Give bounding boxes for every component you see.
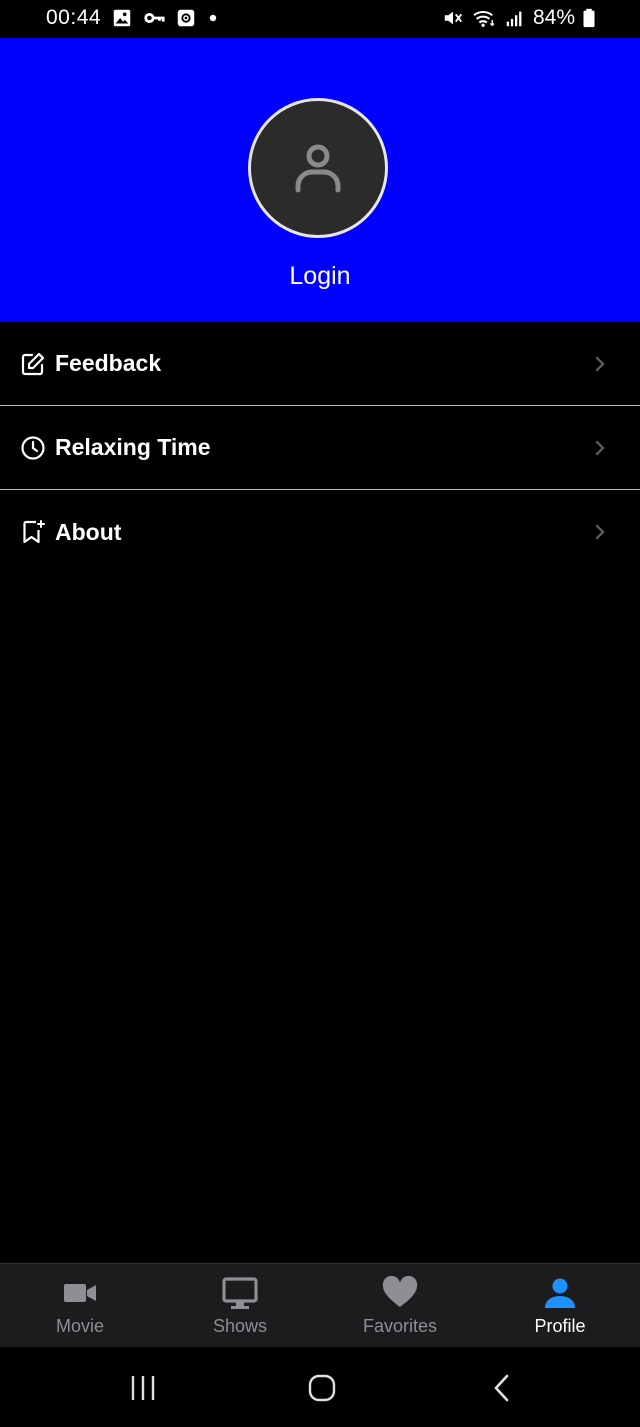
dot-icon — [207, 7, 219, 29]
tab-profile[interactable]: Profile — [480, 1264, 640, 1348]
profile-menu: Feedback Relaxing Time About — [0, 322, 640, 574]
status-time: 00:44 — [46, 6, 102, 29]
tab-favorites[interactable]: Favorites — [320, 1264, 480, 1348]
mute-icon — [442, 7, 464, 29]
avatar[interactable] — [248, 98, 388, 238]
tab-label: Movie — [55, 1316, 104, 1336]
signal-icon — [504, 7, 526, 29]
status-left: 00:44 — [46, 6, 219, 30]
recents-icon[interactable] — [128, 1373, 158, 1403]
tv-icon — [222, 1276, 258, 1310]
clock-icon — [20, 435, 46, 461]
bookmark-sparkle-icon — [20, 519, 46, 545]
status-bar: 00:44 84% — [0, 0, 640, 38]
screen-record-icon — [175, 7, 197, 29]
menu-item-relaxing-time[interactable]: Relaxing Time — [0, 406, 640, 490]
tab-shows[interactable]: Shows — [160, 1264, 320, 1348]
key-icon — [143, 7, 165, 29]
battery-percent: 84% — [532, 6, 575, 29]
heart-icon — [382, 1276, 418, 1310]
person-icon — [295, 144, 341, 193]
app-screen: 00:44 84% Login Feedback Relaxing Time A… — [0, 0, 640, 1427]
profile-header: Login — [0, 38, 640, 322]
chevron-right-icon — [594, 356, 606, 372]
menu-item-about[interactable]: About — [0, 490, 640, 574]
wifi-icon — [471, 7, 497, 29]
chevron-right-icon — [594, 440, 606, 456]
status-right: 84% — [442, 6, 596, 30]
back-icon[interactable] — [487, 1373, 517, 1403]
tab-label: Favorites — [362, 1316, 438, 1336]
system-nav-bar — [0, 1347, 640, 1427]
menu-item-label: Relaxing Time — [55, 434, 211, 460]
menu-item-feedback[interactable]: Feedback — [0, 322, 640, 406]
chevron-right-icon — [594, 524, 606, 540]
tab-label: Profile — [534, 1316, 586, 1336]
image-icon — [111, 7, 133, 29]
battery-icon — [582, 7, 596, 29]
tab-movie[interactable]: Movie — [0, 1264, 160, 1348]
edit-icon — [20, 351, 46, 377]
bottom-nav: Movie Shows Favorites Profile — [0, 1263, 640, 1348]
video-camera-icon — [62, 1276, 98, 1310]
person-icon — [542, 1276, 578, 1310]
login-label[interactable]: Login — [0, 262, 640, 291]
home-icon[interactable] — [307, 1373, 337, 1403]
menu-item-label: Feedback — [55, 350, 162, 376]
menu-item-label: About — [55, 518, 122, 545]
tab-label: Shows — [212, 1316, 268, 1336]
